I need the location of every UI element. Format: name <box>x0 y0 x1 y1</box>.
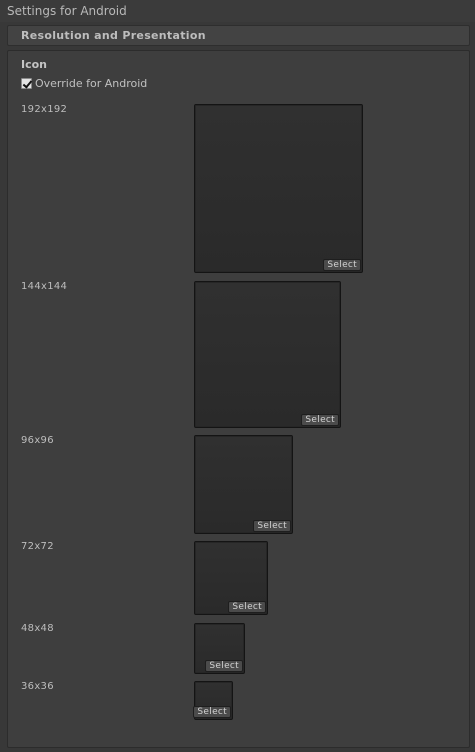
icon-size-label-72: 72x72 <box>21 541 54 552</box>
icon-size-label-96: 96x96 <box>21 435 54 446</box>
select-button-144[interactable]: Select <box>301 414 339 426</box>
override-checkbox[interactable] <box>21 77 33 89</box>
icon-size-label-144: 144x144 <box>21 281 68 292</box>
select-button-36[interactable]: Select <box>193 706 231 718</box>
select-button-192[interactable]: Select <box>323 259 361 271</box>
foldout-label: Resolution and Presentation <box>21 29 206 42</box>
icon-slot-36[interactable]: Select <box>193 681 233 720</box>
icon-size-label-48: 48x48 <box>21 623 54 634</box>
resolution-presentation-foldout[interactable]: Resolution and Presentation <box>7 25 470 46</box>
override-label: Override for Android <box>35 76 148 90</box>
icon-slot-96[interactable]: Select <box>194 435 293 534</box>
select-button-48[interactable]: Select <box>205 660 243 672</box>
icon-size-label-36: 36x36 <box>21 681 54 692</box>
checkmark-icon <box>22 77 33 89</box>
icon-slot-144[interactable]: Select <box>194 281 341 428</box>
player-settings-inspector: Settings for Android Resolution and Pres… <box>0 0 475 752</box>
icon-section-title: Icon <box>21 58 48 71</box>
select-button-72[interactable]: Select <box>228 601 266 613</box>
settings-header: Settings for Android <box>0 0 475 22</box>
override-for-android-toggle[interactable]: Override for Android <box>21 76 147 90</box>
select-button-96[interactable]: Select <box>253 520 291 532</box>
icon-slot-192[interactable]: Select <box>194 104 363 273</box>
icon-slot-72[interactable]: Select <box>194 541 268 615</box>
icon-size-label-192: 192x192 <box>21 104 68 115</box>
settings-title: Settings for Android <box>7 4 127 18</box>
icon-slot-48[interactable]: Select <box>194 623 245 674</box>
